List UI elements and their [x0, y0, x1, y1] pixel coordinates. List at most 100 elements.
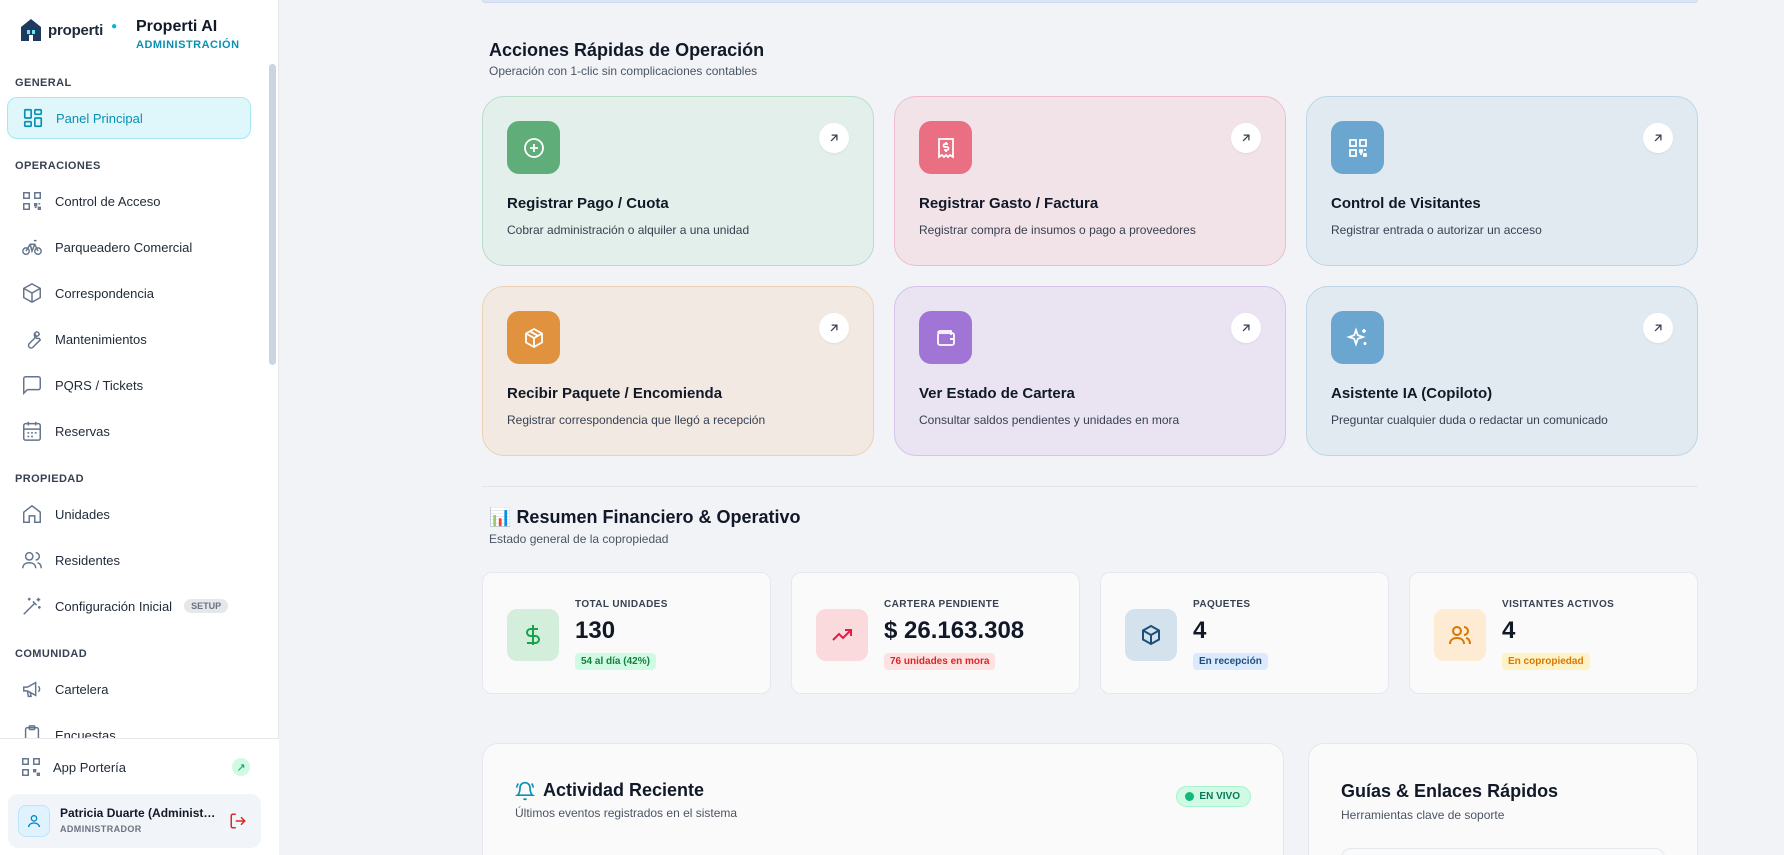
magic-wand-icon: [21, 595, 43, 617]
arrow-up-right-icon[interactable]: [819, 123, 849, 153]
sidebar-item-label: Encuestas: [55, 727, 116, 739]
bike-icon: [21, 236, 43, 258]
stat-badge: 76 unidades en mora: [884, 653, 996, 670]
sidebar-item-label: Panel Principal: [56, 110, 143, 126]
sidebar-item-configuracion[interactable]: Configuración Inicial SETUP: [7, 585, 251, 627]
section-general: GENERAL: [15, 77, 72, 89]
app-subtitle-text: ADMINISTRACIÓN: [136, 39, 240, 51]
stat-total-unidades[interactable]: TOTAL UNIDADES 130 54 al día (42%): [482, 572, 771, 694]
card-title: Registrar Gasto / Factura: [919, 195, 1099, 212]
sidebar-item-acceso[interactable]: Control de Acceso: [7, 180, 251, 222]
card-title: Control de Visitantes: [1331, 195, 1481, 212]
card-asistente-ia[interactable]: Asistente IA (Copiloto) Preguntar cualqu…: [1306, 286, 1698, 456]
arrow-up-right-icon[interactable]: [1643, 313, 1673, 343]
message-square-icon: [21, 374, 43, 396]
arrow-up-right-icon[interactable]: [1643, 123, 1673, 153]
card-title: Ver Estado de Cartera: [919, 385, 1075, 402]
sidebar-item-label: Control de Acceso: [55, 193, 161, 209]
card-registrar-pago[interactable]: Registrar Pago / Cuota Cobrar administra…: [482, 96, 874, 266]
qr-code-icon: [22, 758, 40, 776]
card-recibir-paquete[interactable]: Recibir Paquete / Encomienda Registrar c…: [482, 286, 874, 456]
card-title: Asistente IA (Copiloto): [1331, 385, 1493, 402]
summary-title-text: Resumen Financiero & Operativo: [516, 507, 801, 527]
sidebar-item-reservas[interactable]: Reservas: [7, 410, 251, 452]
wallet-icon: [919, 311, 972, 364]
package-icon: [21, 282, 43, 304]
sidebar-item-encuestas[interactable]: Encuestas: [7, 714, 251, 738]
dollar-icon: [507, 609, 559, 661]
brand-logo[interactable]: properti ●: [20, 18, 117, 42]
guide-link-item[interactable]: [1341, 848, 1665, 855]
user-role: ADMINISTRADOR: [60, 824, 142, 834]
sidebar-item-mantenimientos[interactable]: Mantenimientos: [7, 318, 251, 360]
live-dot-icon: [1185, 792, 1195, 801]
plus-circle-icon: [507, 121, 560, 174]
sidebar-footer: App Portería ↗ Patricia Duarte (Administ…: [0, 738, 279, 855]
sidebar-item-label: Configuración Inicial: [55, 598, 173, 614]
arrow-up-right-icon[interactable]: [1231, 313, 1261, 343]
live-label: EN VIVO: [1199, 791, 1240, 802]
sidebar-item-cartelera[interactable]: Cartelera: [7, 668, 251, 710]
stat-visitantes-activos[interactable]: VISITANTES ACTIVOS 4 En copropiedad: [1409, 572, 1698, 694]
logout-icon[interactable]: [229, 812, 247, 830]
stat-label: PAQUETES: [1193, 599, 1251, 610]
arrow-up-right-icon[interactable]: [1231, 123, 1261, 153]
sidebar-item-label: Cartelera: [55, 681, 109, 697]
app-porteria-link[interactable]: App Portería ↗: [20, 755, 252, 779]
wrench-icon: [21, 328, 43, 350]
stat-label: VISITANTES ACTIVOS: [1502, 599, 1615, 610]
sidebar-item-residentes[interactable]: Residentes: [7, 539, 251, 581]
card-desc: Registrar compra de insumos o pago a pro…: [919, 223, 1196, 237]
qr-code-icon: [21, 190, 43, 212]
stat-label: TOTAL UNIDADES: [575, 599, 668, 610]
sidebar-item-label: Reservas: [55, 423, 110, 439]
card-title: Recibir Paquete / Encomienda: [507, 385, 723, 402]
stat-badge: En copropiedad: [1502, 653, 1590, 670]
sidebar-item-label: Mantenimientos: [55, 331, 147, 347]
sidebar-scrollbar[interactable]: [269, 64, 276, 365]
package-icon: [507, 311, 560, 364]
card-desc: Registrar correspondencia que llegó a re…: [507, 413, 766, 427]
app-title: Properti AI ADMINISTRACIÓN: [136, 18, 240, 51]
card-registrar-gasto[interactable]: Registrar Gasto / Factura Registrar comp…: [894, 96, 1286, 266]
sidebar-item-correspondencia[interactable]: Correspondencia: [7, 272, 251, 314]
avatar: [18, 805, 50, 837]
users-icon: [1434, 609, 1486, 661]
sidebar-item-pqrs[interactable]: PQRS / Tickets: [7, 364, 251, 406]
card-desc: Preguntar cualquier duda o redactar un c…: [1331, 413, 1608, 427]
stat-value: 130: [575, 617, 616, 644]
summary-subtitle: Estado general de la copropiedad: [489, 532, 669, 546]
card-estado-cartera[interactable]: Ver Estado de Cartera Consultar saldos p…: [894, 286, 1286, 456]
sidebar-item-parqueadero[interactable]: Parqueadero Comercial: [7, 226, 251, 268]
activity-panel: Actividad Reciente Últimos eventos regis…: [482, 743, 1284, 855]
bell-icon: [515, 781, 535, 800]
section-operaciones: OPERACIONES: [15, 160, 101, 172]
stat-paquetes[interactable]: PAQUETES 4 En recepción: [1100, 572, 1389, 694]
activity-subtitle: Últimos eventos registrados en el sistem…: [515, 806, 738, 820]
brand-name: properti: [48, 21, 104, 39]
quick-actions-title: Acciones Rápidas de Operación: [489, 40, 765, 60]
activity-header: Actividad Reciente: [515, 780, 704, 801]
guides-panel: Guías & Enlaces Rápidos Herramientas cla…: [1308, 743, 1698, 855]
stat-value: 4: [1193, 617, 1207, 644]
quick-actions-subtitle: Operación con 1-clic sin complicaciones …: [489, 64, 758, 78]
stat-cartera-pendiente[interactable]: CARTERA PENDIENTE $ 26.163.308 76 unidad…: [791, 572, 1080, 694]
card-title: Registrar Pago / Cuota: [507, 195, 669, 212]
user-icon: [28, 815, 40, 828]
sidebar-item-label: Correspondencia: [55, 285, 155, 301]
section-propiedad: PROPIEDAD: [15, 473, 84, 485]
package-icon: [1125, 609, 1177, 661]
sidebar-item-panel[interactable]: Panel Principal: [7, 97, 251, 139]
card-control-visitantes[interactable]: Control de Visitantes Registrar entrada …: [1306, 96, 1698, 266]
app-title-text: Properti AI: [136, 18, 218, 35]
sidebar-item-label: PQRS / Tickets: [55, 377, 144, 393]
card-desc: Consultar saldos pendientes y unidades e…: [919, 413, 1180, 427]
section-divider: [482, 486, 1698, 487]
activity-title: Actividad Reciente: [543, 780, 705, 800]
receipt-icon: [919, 121, 972, 174]
arrow-up-right-icon[interactable]: [819, 313, 849, 343]
user-card[interactable]: Patricia Duarte (Administradora) ADMINIS…: [8, 794, 261, 848]
sidebar-item-unidades[interactable]: Unidades: [7, 493, 251, 535]
qr-icon: [1331, 121, 1384, 174]
guides-title: Guías & Enlaces Rápidos: [1341, 781, 1559, 801]
